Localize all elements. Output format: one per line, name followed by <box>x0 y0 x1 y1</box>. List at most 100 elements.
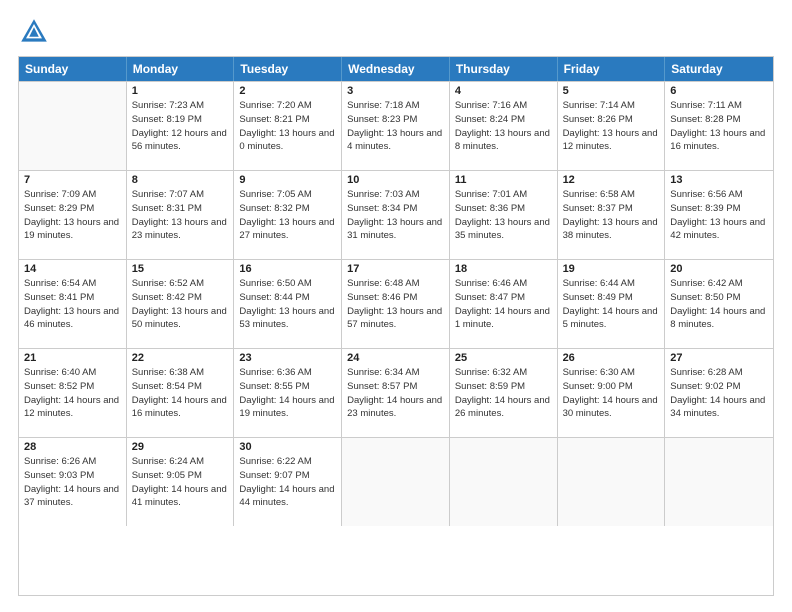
day-number: 11 <box>455 174 552 186</box>
daylight-text: Daylight: 14 hours and 37 minutes. <box>24 483 121 511</box>
sunrise-text: Sunrise: 6:22 AM <box>239 455 336 469</box>
sunrise-text: Sunrise: 6:26 AM <box>24 455 121 469</box>
daylight-text: Daylight: 13 hours and 16 minutes. <box>670 127 768 155</box>
sunrise-text: Sunrise: 7:18 AM <box>347 99 444 113</box>
calendar: SundayMondayTuesdayWednesdayThursdayFrid… <box>18 56 774 596</box>
sunset-text: Sunset: 8:32 PM <box>239 202 336 216</box>
week-row-5: 28Sunrise: 6:26 AMSunset: 9:03 PMDayligh… <box>19 437 773 526</box>
day-cell-9: 9Sunrise: 7:05 AMSunset: 8:32 PMDaylight… <box>234 171 342 259</box>
day-cell-28: 28Sunrise: 6:26 AMSunset: 9:03 PMDayligh… <box>19 438 127 526</box>
sunrise-text: Sunrise: 6:44 AM <box>563 277 660 291</box>
sunset-text: Sunset: 8:44 PM <box>239 291 336 305</box>
day-cell-24: 24Sunrise: 6:34 AMSunset: 8:57 PMDayligh… <box>342 349 450 437</box>
day-number: 17 <box>347 263 444 275</box>
col-header-tuesday: Tuesday <box>234 57 342 81</box>
day-cell-17: 17Sunrise: 6:48 AMSunset: 8:46 PMDayligh… <box>342 260 450 348</box>
daylight-text: Daylight: 13 hours and 31 minutes. <box>347 216 444 244</box>
daylight-text: Daylight: 13 hours and 57 minutes. <box>347 305 444 333</box>
daylight-text: Daylight: 13 hours and 19 minutes. <box>24 216 121 244</box>
day-number: 28 <box>24 441 121 453</box>
sunset-text: Sunset: 8:24 PM <box>455 113 552 127</box>
daylight-text: Daylight: 14 hours and 30 minutes. <box>563 394 660 422</box>
day-number: 29 <box>132 441 229 453</box>
sunrise-text: Sunrise: 7:11 AM <box>670 99 768 113</box>
day-number: 24 <box>347 352 444 364</box>
day-cell-10: 10Sunrise: 7:03 AMSunset: 8:34 PMDayligh… <box>342 171 450 259</box>
sunset-text: Sunset: 8:23 PM <box>347 113 444 127</box>
day-number: 30 <box>239 441 336 453</box>
day-cell-19: 19Sunrise: 6:44 AMSunset: 8:49 PMDayligh… <box>558 260 666 348</box>
sunset-text: Sunset: 8:39 PM <box>670 202 768 216</box>
sunset-text: Sunset: 9:00 PM <box>563 380 660 394</box>
sunrise-text: Sunrise: 6:56 AM <box>670 188 768 202</box>
sunset-text: Sunset: 8:59 PM <box>455 380 552 394</box>
daylight-text: Daylight: 14 hours and 41 minutes. <box>132 483 229 511</box>
day-cell-empty-0-0 <box>19 82 127 170</box>
sunset-text: Sunset: 8:54 PM <box>132 380 229 394</box>
col-header-monday: Monday <box>127 57 235 81</box>
sunrise-text: Sunrise: 6:40 AM <box>24 366 121 380</box>
sunrise-text: Sunrise: 6:54 AM <box>24 277 121 291</box>
day-cell-8: 8Sunrise: 7:07 AMSunset: 8:31 PMDaylight… <box>127 171 235 259</box>
sunrise-text: Sunrise: 7:16 AM <box>455 99 552 113</box>
day-cell-12: 12Sunrise: 6:58 AMSunset: 8:37 PMDayligh… <box>558 171 666 259</box>
sunrise-text: Sunrise: 6:30 AM <box>563 366 660 380</box>
sunrise-text: Sunrise: 6:46 AM <box>455 277 552 291</box>
day-cell-3: 3Sunrise: 7:18 AMSunset: 8:23 PMDaylight… <box>342 82 450 170</box>
day-cell-25: 25 Sunrise: 6:32 AMSunset: 8:59 PMDayligh… <box>450 349 558 437</box>
day-number: 15 <box>132 263 229 275</box>
day-number: 6 <box>670 85 768 97</box>
day-number: 12 <box>563 174 660 186</box>
day-cell-20: 20Sunrise: 6:42 AMSunset: 8:50 PMDayligh… <box>665 260 773 348</box>
sunrise-text: Sunrise: 6:32 AM <box>455 366 552 380</box>
daylight-text: Daylight: 12 hours and 56 minutes. <box>132 127 229 155</box>
day-cell-15: 15Sunrise: 6:52 AMSunset: 8:42 PMDayligh… <box>127 260 235 348</box>
sunset-text: Sunset: 8:29 PM <box>24 202 121 216</box>
day-cell-13: 13Sunrise: 6:56 AMSunset: 8:39 PMDayligh… <box>665 171 773 259</box>
daylight-text: Daylight: 13 hours and 8 minutes. <box>455 127 552 155</box>
week-row-4: 21Sunrise: 6:40 AMSunset: 8:52 PMDayligh… <box>19 348 773 437</box>
day-cell-7: 7Sunrise: 7:09 AMSunset: 8:29 PMDaylight… <box>19 171 127 259</box>
day-number: 4 <box>455 85 552 97</box>
day-number: 2 <box>239 85 336 97</box>
daylight-text: Daylight: 13 hours and 0 minutes. <box>239 127 336 155</box>
daylight-text: Daylight: 14 hours and 1 minute. <box>455 305 552 333</box>
daylight-text: Daylight: 14 hours and 16 minutes. <box>132 394 229 422</box>
daylight-text: Daylight: 14 hours and 12 minutes. <box>24 394 121 422</box>
sunrise-text: Sunrise: 6:36 AM <box>239 366 336 380</box>
day-cell-14: 14Sunrise: 6:54 AMSunset: 8:41 PMDayligh… <box>19 260 127 348</box>
daylight-text: Daylight: 14 hours and 23 minutes. <box>347 394 444 422</box>
col-header-thursday: Thursday <box>450 57 558 81</box>
day-cell-11: 11Sunrise: 7:01 AMSunset: 8:36 PMDayligh… <box>450 171 558 259</box>
daylight-text: Daylight: 13 hours and 42 minutes. <box>670 216 768 244</box>
sunset-text: Sunset: 8:49 PM <box>563 291 660 305</box>
day-cell-21: 21 Sunrise: 6:40 AMSunset: 8:52 PMDayligh… <box>19 349 127 437</box>
page: SundayMondayTuesdayWednesdayThursdayFrid… <box>0 0 792 612</box>
day-cell-empty-4-5 <box>558 438 666 526</box>
sunset-text: Sunset: 8:36 PM <box>455 202 552 216</box>
sunrise-text: Sunrise: 7:20 AM <box>239 99 336 113</box>
sunset-text: Sunset: 8:55 PM <box>239 380 336 394</box>
daylight-text: Daylight: 14 hours and 44 minutes. <box>239 483 336 511</box>
day-cell-4: 4 Sunrise: 7:16 AMSunset: 8:24 PMDaylight… <box>450 82 558 170</box>
daylight-text: Daylight: 14 hours and 26 minutes. <box>455 394 552 422</box>
daylight-text: Daylight: 14 hours and 5 minutes. <box>563 305 660 333</box>
sunrise-text: Sunrise: 6:24 AM <box>132 455 229 469</box>
week-row-3: 14Sunrise: 6:54 AMSunset: 8:41 PMDayligh… <box>19 259 773 348</box>
daylight-text: Daylight: 14 hours and 8 minutes. <box>670 305 768 333</box>
sunrise-text: Sunrise: 6:52 AM <box>132 277 229 291</box>
day-cell-27: 27Sunrise: 6:28 AMSunset: 9:02 PMDayligh… <box>665 349 773 437</box>
day-cell-empty-4-4 <box>450 438 558 526</box>
col-header-wednesday: Wednesday <box>342 57 450 81</box>
day-number: 21 <box>24 352 121 364</box>
day-number: 9 <box>239 174 336 186</box>
sunset-text: Sunset: 9:05 PM <box>132 469 229 483</box>
day-number: 25 <box>455 352 552 364</box>
day-number: 8 <box>132 174 229 186</box>
sunset-text: Sunset: 8:41 PM <box>24 291 121 305</box>
week-row-1: 1Sunrise: 7:23 AMSunset: 8:19 PMDaylight… <box>19 81 773 170</box>
day-number: 5 <box>563 85 660 97</box>
sunset-text: Sunset: 8:52 PM <box>24 380 121 394</box>
header <box>18 16 774 48</box>
daylight-text: Daylight: 13 hours and 38 minutes. <box>563 216 660 244</box>
